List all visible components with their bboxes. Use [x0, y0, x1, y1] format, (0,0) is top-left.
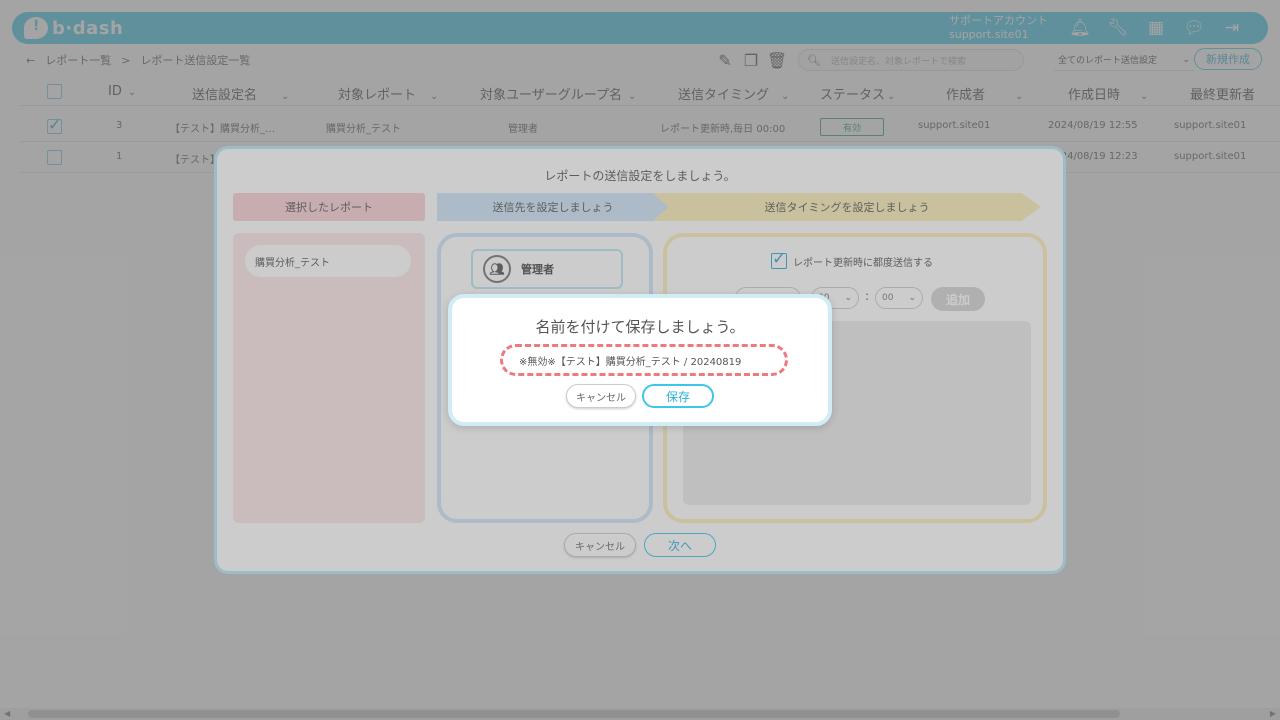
setting-name-input[interactable]: ※無効※【テスト】購買分析_テスト / 20240819 — [500, 344, 788, 376]
save-button[interactable]: 保存 — [642, 384, 714, 408]
save-cancel-button[interactable]: キャンセル — [566, 384, 636, 408]
save-dialog: 名前を付けて保存しましょう。 ※無効※【テスト】購買分析_テスト / 20240… — [448, 294, 832, 426]
save-dialog-title: 名前を付けて保存しましょう。 — [535, 318, 745, 336]
